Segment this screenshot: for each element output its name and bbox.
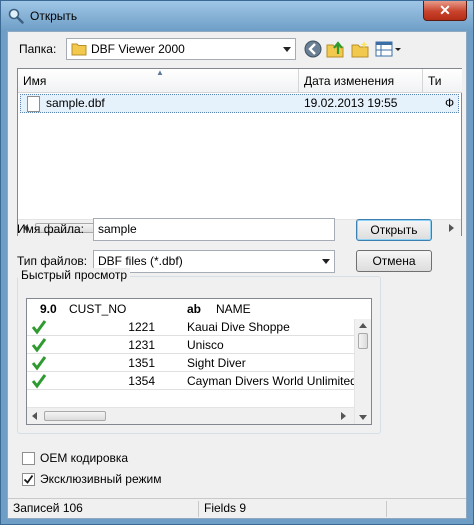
table-row[interactable]: 1231 Unisco xyxy=(27,337,354,354)
vertical-scrollbar[interactable] xyxy=(354,319,371,424)
scroll-right-icon[interactable] xyxy=(449,224,454,232)
open-dialog: Открыть ✕ Папка: DBF Viewer 2000 Имя ▲ Д… xyxy=(0,0,474,525)
check-icon xyxy=(23,474,34,484)
scroll-left-icon[interactable] xyxy=(32,412,37,420)
file-name-input[interactable]: sample xyxy=(93,218,335,241)
table-row[interactable]: 1354 Cayman Divers World Unlimited xyxy=(27,373,357,390)
check-icon xyxy=(31,338,47,353)
folder-value: DBF Viewer 2000 xyxy=(91,42,185,56)
records-count: Записей 106 xyxy=(13,501,83,515)
cust-no-cell: 1354 xyxy=(128,374,155,388)
file-type-value: DBF files (*.dbf) xyxy=(98,254,183,268)
scroll-down-icon[interactable] xyxy=(359,415,367,420)
exclusive-mode-checkbox[interactable] xyxy=(22,473,35,486)
close-button[interactable]: ✕ xyxy=(423,1,467,21)
file-icon xyxy=(27,96,40,112)
preview-grid[interactable]: 9.0 CUST_NO ab NAME 1221 Kauai Dive Shop… xyxy=(26,298,372,425)
window-title: Открыть xyxy=(30,9,78,23)
new-folder-icon[interactable] xyxy=(350,39,370,59)
fields-count: Fields 9 xyxy=(204,501,247,515)
file-type-cell: Ф xyxy=(445,96,455,110)
chevron-down-icon xyxy=(283,47,291,52)
name-cell: Cayman Divers World Unlimited xyxy=(187,374,357,388)
exclusive-mode-label: Эксклюзивный режим xyxy=(40,472,162,486)
scroll-right-icon[interactable] xyxy=(341,412,346,420)
name-cell: Unisco xyxy=(187,338,224,352)
status-bar: Записей 106 Fields 9 xyxy=(8,498,466,518)
file-type-label: Тип файлов: xyxy=(17,254,88,268)
check-icon xyxy=(31,356,47,371)
file-name-value: sample xyxy=(98,222,137,236)
oem-encoding-label: OEM кодировка xyxy=(40,451,129,465)
check-icon xyxy=(31,320,47,335)
column-header-type[interactable]: Ти xyxy=(423,69,462,93)
check-icon xyxy=(31,374,47,389)
oem-encoding-checkbox[interactable] xyxy=(22,452,35,465)
status-divider xyxy=(198,501,199,517)
table-row[interactable]: 1351 Sight Diver xyxy=(27,355,354,372)
scroll-thumb[interactable] xyxy=(358,333,368,349)
cust-no-cell: 1221 xyxy=(128,320,155,334)
scroll-up-icon[interactable] xyxy=(359,323,367,328)
file-name-label: Имя файла: xyxy=(17,222,84,236)
cust-no-header[interactable]: CUST_NO xyxy=(69,299,126,319)
cust-no-type-label: 9.0 xyxy=(40,302,57,316)
sort-up-icon: ▲ xyxy=(156,69,164,77)
preview-group-title: Быстрый просмотр xyxy=(18,268,131,282)
view-menu-icon[interactable] xyxy=(374,39,402,59)
folder-label: Папка: xyxy=(19,42,57,56)
search-icon xyxy=(8,8,24,24)
table-row[interactable]: 1221 Kauai Dive Shoppe xyxy=(27,319,354,336)
name-cell: Kauai Dive Shoppe xyxy=(187,320,290,334)
cust-no-cell: 1231 xyxy=(128,338,155,352)
cancel-button[interactable]: Отмена xyxy=(356,250,432,272)
column-header-name[interactable]: Имя ▲ xyxy=(18,69,299,93)
status-divider xyxy=(386,501,387,517)
scroll-thumb[interactable] xyxy=(44,411,106,421)
chevron-down-icon xyxy=(322,259,330,264)
file-date-cell: 19.02.2013 19:55 xyxy=(304,96,398,110)
file-list[interactable]: Имя ▲ Дата изменения Ти sample.dbf 19.02… xyxy=(17,68,462,236)
up-folder-icon[interactable] xyxy=(325,39,345,59)
name-type-label: ab xyxy=(187,302,202,316)
name-header[interactable]: NAME xyxy=(216,299,251,319)
back-icon[interactable] xyxy=(303,39,323,59)
folder-select[interactable]: DBF Viewer 2000 xyxy=(66,38,296,60)
cust-no-cell: 1351 xyxy=(128,356,155,370)
file-name-cell: sample.dbf xyxy=(46,96,105,110)
file-row-sample[interactable]: sample.dbf 19.02.2013 19:55 Ф xyxy=(20,94,459,113)
column-header-modified[interactable]: Дата изменения xyxy=(299,69,423,93)
open-button[interactable]: Открыть xyxy=(356,219,432,241)
name-cell: Sight Diver xyxy=(187,356,246,370)
preview-horizontal-scrollbar[interactable] xyxy=(27,407,354,424)
title-bar: Открыть ✕ xyxy=(1,1,473,31)
dialog-body: Папка: DBF Viewer 2000 Имя ▲ Дата измене… xyxy=(7,31,467,519)
folder-icon xyxy=(71,43,87,56)
